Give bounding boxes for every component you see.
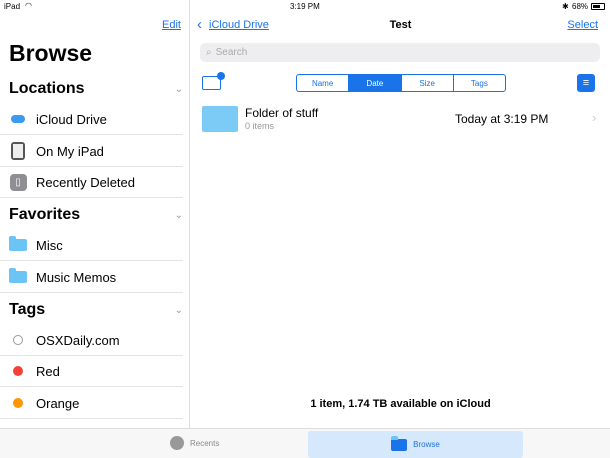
tag-dot-icon — [9, 331, 27, 349]
sort-name[interactable]: Name — [297, 75, 350, 91]
edit-button[interactable]: Edit — [162, 19, 181, 31]
sidebar-item-icloud-drive[interactable]: iCloud Drive — [0, 104, 183, 135]
ipad-icon — [9, 142, 27, 160]
sidebar-item-label: Recently Deleted — [36, 174, 135, 190]
trash-icon: ▯ — [9, 173, 27, 191]
section-tags[interactable]: Tags — [9, 301, 45, 319]
cloud-icon — [9, 110, 27, 128]
sidebar-item-music-memos[interactable]: Music Memos — [0, 262, 183, 293]
sidebar-item-label: OSXDaily.com — [36, 332, 120, 348]
storage-footer: 1 item, 1.74 TB available on iCloud — [310, 398, 491, 410]
chevron-down-icon[interactable]: ⌄ — [175, 305, 183, 316]
file-subtitle: 0 items — [245, 121, 275, 131]
sort-size[interactable]: Size — [402, 75, 454, 91]
file-name: Folder of stuff — [245, 106, 319, 120]
chevron-down-icon[interactable]: ⌄ — [175, 210, 183, 221]
select-button[interactable]: Select — [567, 19, 598, 31]
tab-bar: Recents Browse — [0, 428, 610, 458]
sidebar-item-on-my-ipad[interactable]: On My iPad — [0, 136, 183, 167]
tag-orange[interactable]: Orange — [0, 388, 183, 419]
sidebar-item-label: On My iPad — [36, 143, 104, 159]
sort-tags[interactable]: Tags — [454, 75, 505, 91]
sidebar-item-label: Misc — [36, 237, 63, 253]
search-input[interactable]: ⌕ Search — [200, 43, 600, 62]
section-favorites[interactable]: Favorites — [9, 206, 80, 224]
page-title: Browse — [9, 40, 93, 66]
sidebar-item-recently-deleted[interactable]: ▯ Recently Deleted — [0, 167, 183, 198]
tag-red[interactable]: Red — [0, 356, 183, 387]
tab-label: Browse — [413, 440, 440, 449]
sort-control: Name Date Size Tags — [296, 74, 506, 92]
tag-dot-icon — [9, 362, 27, 380]
sidebar-item-label: Music Memos — [36, 269, 117, 285]
clock-icon — [170, 436, 184, 450]
new-folder-icon[interactable] — [202, 72, 225, 90]
tab-browse[interactable]: Browse — [308, 431, 523, 458]
chevron-down-icon[interactable]: ⌄ — [175, 84, 183, 95]
search-placeholder: Search — [215, 47, 248, 58]
folder-icon — [391, 435, 408, 451]
sidebar-item-misc[interactable]: Misc — [0, 230, 183, 261]
sidebar-item-label: Orange — [36, 395, 80, 411]
tag-osxdaily[interactable]: OSXDaily.com — [0, 325, 183, 356]
folder-icon — [202, 106, 238, 132]
search-icon: ⌕ — [206, 47, 212, 58]
tab-recents[interactable]: Recents — [170, 436, 219, 450]
file-row[interactable]: Folder of stuff 0 items Today at 3:19 PM… — [191, 100, 610, 136]
file-browser: ‹ iCloud Drive Test Select ⌕ Search Name … — [191, 0, 610, 428]
sidebar: Edit Browse Locations ⌄ iCloud Drive On … — [0, 0, 190, 428]
sidebar-item-label: Red — [36, 363, 60, 379]
tab-label: Recents — [190, 438, 220, 448]
chevron-right-icon: › — [592, 110, 597, 125]
file-date: Today at 3:19 PM — [455, 112, 549, 126]
folder-icon — [9, 268, 27, 286]
sidebar-item-label: iCloud Drive — [36, 111, 107, 127]
tag-dot-icon — [9, 394, 27, 412]
folder-icon — [9, 236, 27, 254]
sort-date[interactable]: Date — [349, 75, 402, 91]
folder-title: Test — [389, 19, 412, 31]
list-view-icon[interactable]: ≡ — [577, 74, 595, 92]
section-locations[interactable]: Locations — [9, 80, 85, 98]
